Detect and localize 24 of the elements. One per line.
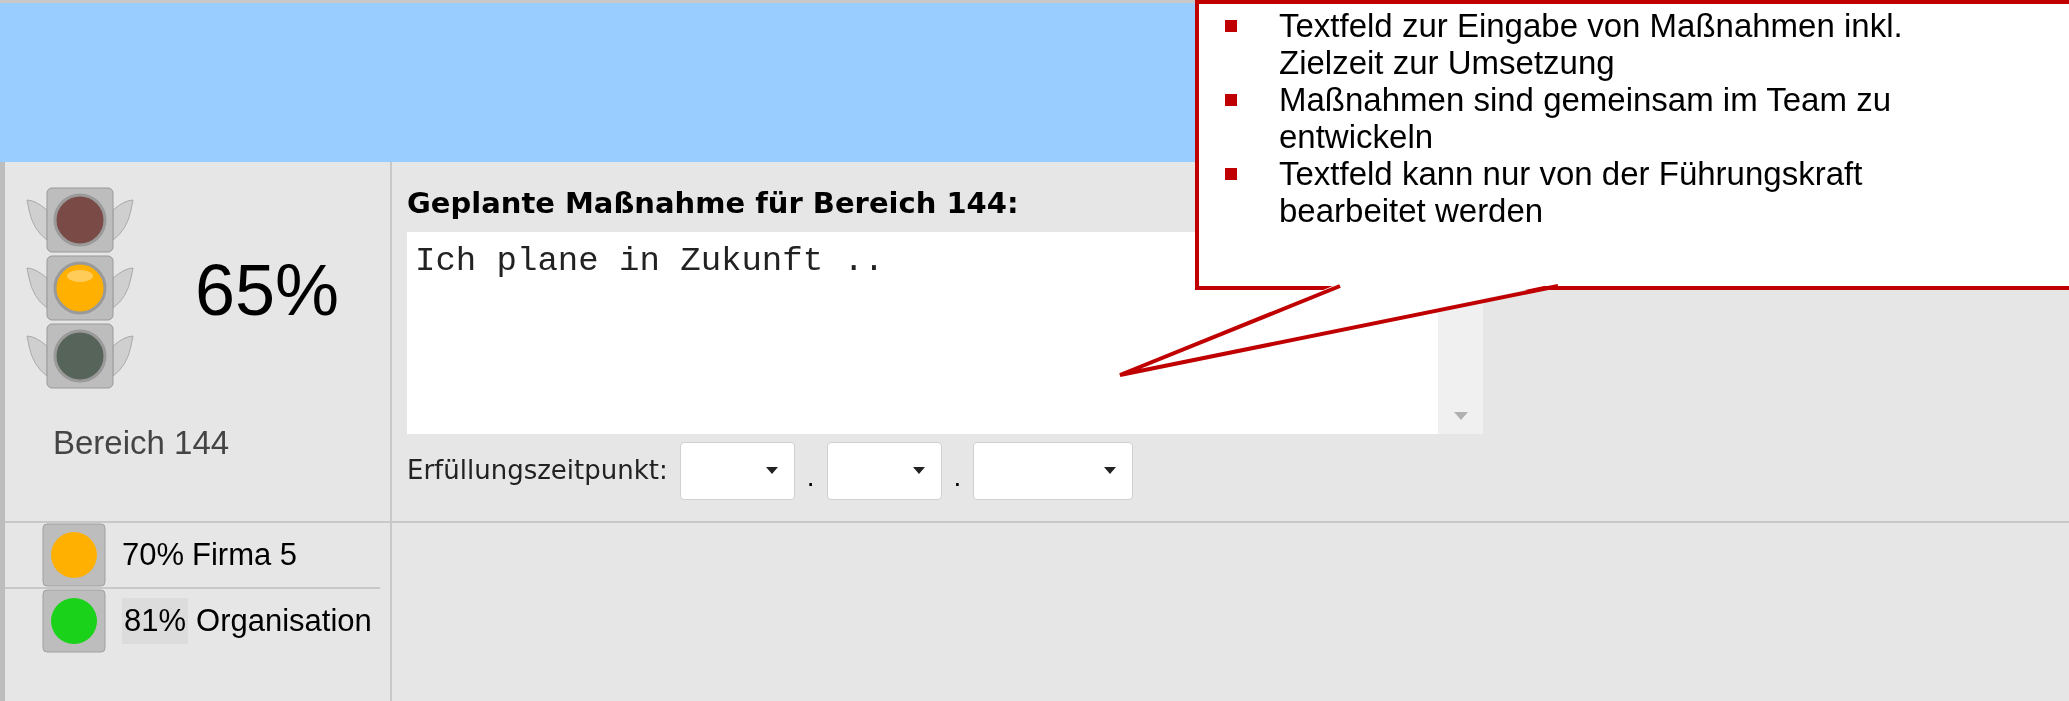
percentage: 70% <box>122 535 185 574</box>
unit-name: Firma 5 <box>192 535 298 574</box>
date-separator: . <box>806 459 815 494</box>
callout-text: Maßnahmen sind gemeinsam im Team zu entwickeln <box>1279 81 1892 155</box>
date-dropdown[interactable] <box>973 441 1134 500</box>
bullet-icon <box>1225 20 1237 32</box>
deadline-label: Erfüllungszeitpunkt: <box>407 454 668 487</box>
date-dropdown[interactable] <box>826 441 942 500</box>
caret-icon <box>912 467 925 474</box>
section-heading: Geplante Maßnahme für Bereich 144: <box>407 185 1019 222</box>
date-dropdown[interactable] <box>679 441 795 500</box>
callout-text: Textfeld kann nur von der Führungskraft bearbeitet werden <box>1279 155 1864 229</box>
caret-icon <box>765 467 778 474</box>
unit-name: Organisation <box>196 601 372 640</box>
caret-icon <box>1104 467 1117 474</box>
scroll-down-icon <box>1453 411 1468 420</box>
area-label: Bereich 144 <box>53 423 230 463</box>
percentage: 65% <box>195 249 340 332</box>
percentage: 81% <box>122 597 189 645</box>
bullet-icon <box>1225 168 1237 180</box>
callout-text: Textfeld zur Eingabe von Maßnahmen inkl. Zielzeit zur Umsetzung <box>1279 7 1904 81</box>
date-separator: . <box>953 459 962 494</box>
bullet-icon <box>1225 94 1237 106</box>
text-value: Ich plane in Zukunft .. <box>415 241 885 280</box>
